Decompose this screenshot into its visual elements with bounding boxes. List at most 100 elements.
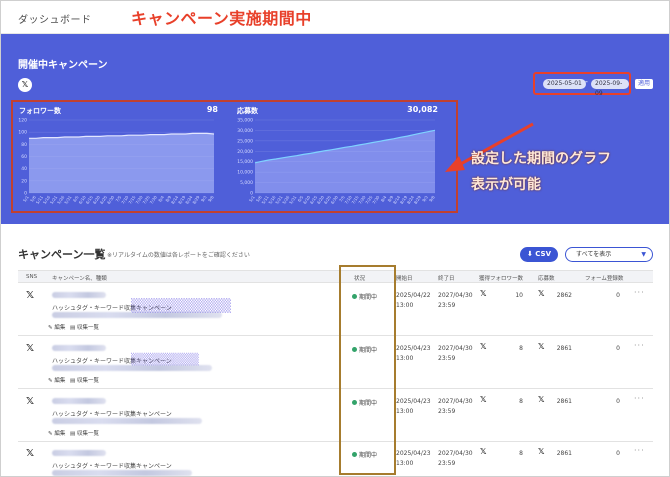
x-logo-icon: 𝕏 bbox=[538, 447, 545, 456]
y-tick-label: 30,000 bbox=[237, 128, 253, 134]
table-row[interactable]: 𝕏ハッシュタグ・キーワード収集キャンペーン✎ 編集▤ 収集一覧期間中2025/0… bbox=[18, 442, 653, 476]
end-date: 2027/04/30 bbox=[438, 345, 473, 352]
campaign-title-redacted bbox=[52, 418, 202, 424]
y-tick-label: 5,000 bbox=[240, 180, 253, 186]
entries-chart: 35,000 30,000 25,000 20,000 15,000 10,000 5,00… bbox=[237, 118, 436, 205]
start-date: 2025/04/23 bbox=[396, 450, 431, 457]
start-date: 2025/04/23 bbox=[396, 398, 431, 405]
x-logo-icon: 𝕏 bbox=[26, 448, 35, 459]
end-time: 23:59 bbox=[438, 408, 456, 415]
col-entries: 応募数 bbox=[538, 276, 555, 282]
collect-list-link[interactable]: ▤ 収集一覧 bbox=[70, 323, 99, 331]
edit-link[interactable]: ✎ 編集 bbox=[48, 429, 65, 437]
y-tick-label: 35,000 bbox=[237, 118, 253, 124]
col-start-date: 開始日 bbox=[396, 276, 413, 282]
table-row[interactable]: 𝕏ハッシュタグ・キーワード収集キャンペーン✎ 編集▤ 収集一覧期間中2025/0… bbox=[18, 284, 653, 336]
ghost-overlay-1: ▒▒▒▒▒▒▒▒▒▒ bbox=[131, 299, 231, 314]
campaign-list-title: キャンペーン一覧 bbox=[18, 248, 106, 261]
annotation-title: キャンペーン実施期間中 bbox=[131, 9, 312, 28]
apply-button[interactable]: 適用 bbox=[635, 79, 654, 89]
follower-count: 10 bbox=[515, 292, 523, 299]
y-tick-label: 20,000 bbox=[237, 149, 253, 155]
more-menu-icon[interactable]: ··· bbox=[634, 288, 645, 297]
active-campaign-panel: 開催中キャンペーン 𝕏 2025-05-01 - 2025-09-09 適用 フ… bbox=[1, 34, 669, 224]
col-end-date: 終了日 bbox=[438, 276, 455, 282]
realtime-note: ※リアルタイムの数値は各レポートをご確認ください bbox=[107, 252, 250, 259]
x-tick-label: 9/8 bbox=[428, 194, 436, 203]
start-time: 13:00 bbox=[396, 460, 414, 467]
ghost-overlay-2: ▒▒▒▒▒▒▒▒ bbox=[131, 353, 199, 366]
col-sns: SNS bbox=[26, 274, 38, 280]
more-menu-icon[interactable]: ··· bbox=[634, 446, 645, 455]
x-logo-icon: 𝕏 bbox=[26, 290, 35, 301]
charts-highlight-box: フォロワー数 98 応募数 30,082 120 100 80 60 40 20 0 5/1 5… bbox=[11, 100, 458, 213]
table-row[interactable]: 𝕏ハッシュタグ・キーワード収集キャンペーン✎ 編集▤ 収集一覧期間中2025/0… bbox=[18, 390, 653, 442]
end-date: 2027/04/30 bbox=[438, 398, 473, 405]
collect-list-link[interactable]: ▤ 収集一覧 bbox=[70, 429, 99, 437]
entry-count: 2861 bbox=[556, 398, 572, 405]
edit-link[interactable]: ✎ 編集 bbox=[48, 323, 65, 331]
x-logo-icon: 𝕏 bbox=[538, 342, 545, 351]
x-logo-icon: 𝕏 bbox=[480, 447, 487, 456]
chart-total-entries: 30,082 bbox=[407, 105, 438, 114]
entry-count: 2861 bbox=[556, 450, 572, 457]
campaign-type: ハッシュタグ・キーワード収集キャンペーン bbox=[52, 463, 172, 470]
campaign-name-redacted bbox=[52, 345, 106, 351]
form-count: 0 bbox=[616, 450, 620, 457]
x-tick-label: 9/3 bbox=[200, 194, 208, 203]
campaign-name-redacted bbox=[52, 398, 106, 404]
end-date: 2027/04/30 bbox=[438, 292, 473, 299]
collect-list-link[interactable]: ▤ 収集一覧 bbox=[70, 376, 99, 384]
entry-count: 2861 bbox=[556, 345, 572, 352]
series-area bbox=[29, 133, 214, 193]
start-date: 2025/04/23 bbox=[396, 345, 431, 352]
campaign-name-redacted bbox=[52, 450, 106, 456]
chart-title-entries: 応募数 bbox=[237, 107, 258, 115]
y-tick-label: 120 bbox=[18, 118, 27, 124]
series-area bbox=[255, 130, 435, 193]
follower-count: 8 bbox=[519, 345, 523, 352]
x-tick-label: 8/4 bbox=[157, 194, 165, 203]
y-tick-label: 20 bbox=[21, 178, 27, 184]
x-logo-icon: 𝕏 bbox=[480, 289, 487, 298]
table-header: SNS キャンペーン名、種類 状況 開始日 終了日 獲得フォロワー数 応募数 フ… bbox=[18, 270, 653, 283]
edit-link[interactable]: ✎ 編集 bbox=[48, 376, 65, 384]
campaign-title-redacted bbox=[52, 470, 192, 476]
end-time: 23:59 bbox=[438, 460, 456, 467]
table-row[interactable]: 𝕏ハッシュタグ・キーワード収集キャンペーン✎ 編集▤ 収集一覧期間中2025/0… bbox=[18, 337, 653, 389]
csv-download-button[interactable]: ⬇ CSV bbox=[520, 247, 558, 262]
page-title: ダッシュボード bbox=[18, 15, 92, 26]
start-time: 13:00 bbox=[396, 408, 414, 415]
follower-count: 8 bbox=[519, 398, 523, 405]
status-highlight-box bbox=[339, 265, 396, 475]
y-tick-label: 100 bbox=[18, 130, 27, 136]
start-date: 2025/04/22 bbox=[396, 292, 431, 299]
x-logo-icon[interactable]: 𝕏 bbox=[18, 78, 32, 92]
top-bar: ダッシュボード キャンペーン実施期間中 bbox=[1, 1, 669, 34]
more-menu-icon[interactable]: ··· bbox=[634, 341, 645, 350]
y-tick-label: 40 bbox=[21, 166, 27, 172]
form-count: 0 bbox=[616, 345, 620, 352]
end-time: 23:59 bbox=[438, 355, 456, 362]
end-date: 2027/04/30 bbox=[438, 450, 473, 457]
followers-chart: 1201008060402005/1 5/65/115/165/215/265/3… bbox=[18, 118, 215, 205]
date-range-picker[interactable]: 2025-05-01 - 2025-09-09 bbox=[533, 72, 631, 97]
date-separator: - bbox=[585, 77, 588, 86]
date-start[interactable]: 2025-05-01 bbox=[543, 79, 586, 89]
follower-count: 8 bbox=[519, 450, 523, 457]
y-tick-label: 25,000 bbox=[237, 138, 253, 144]
x-logo-icon: 𝕏 bbox=[480, 342, 487, 351]
date-end[interactable]: 2025-09-09 bbox=[591, 79, 629, 97]
form-count: 0 bbox=[616, 398, 620, 405]
y-tick-label: 15,000 bbox=[237, 159, 253, 165]
y-tick-label: 80 bbox=[21, 142, 27, 148]
col-campaign-name: キャンペーン名、種類 bbox=[52, 276, 107, 282]
x-logo-icon: 𝕏 bbox=[26, 396, 35, 407]
more-menu-icon[interactable]: ··· bbox=[634, 394, 645, 403]
filter-select[interactable]: すべてを表示 ▼ bbox=[565, 247, 653, 262]
campaign-type: ハッシュタグ・キーワード収集キャンペーン bbox=[52, 411, 172, 418]
panel-title: 開催中キャンペーン bbox=[18, 60, 108, 71]
chart-title-followers: フォロワー数 bbox=[19, 107, 61, 115]
end-time: 23:59 bbox=[438, 302, 456, 309]
x-logo-icon: 𝕏 bbox=[538, 289, 545, 298]
